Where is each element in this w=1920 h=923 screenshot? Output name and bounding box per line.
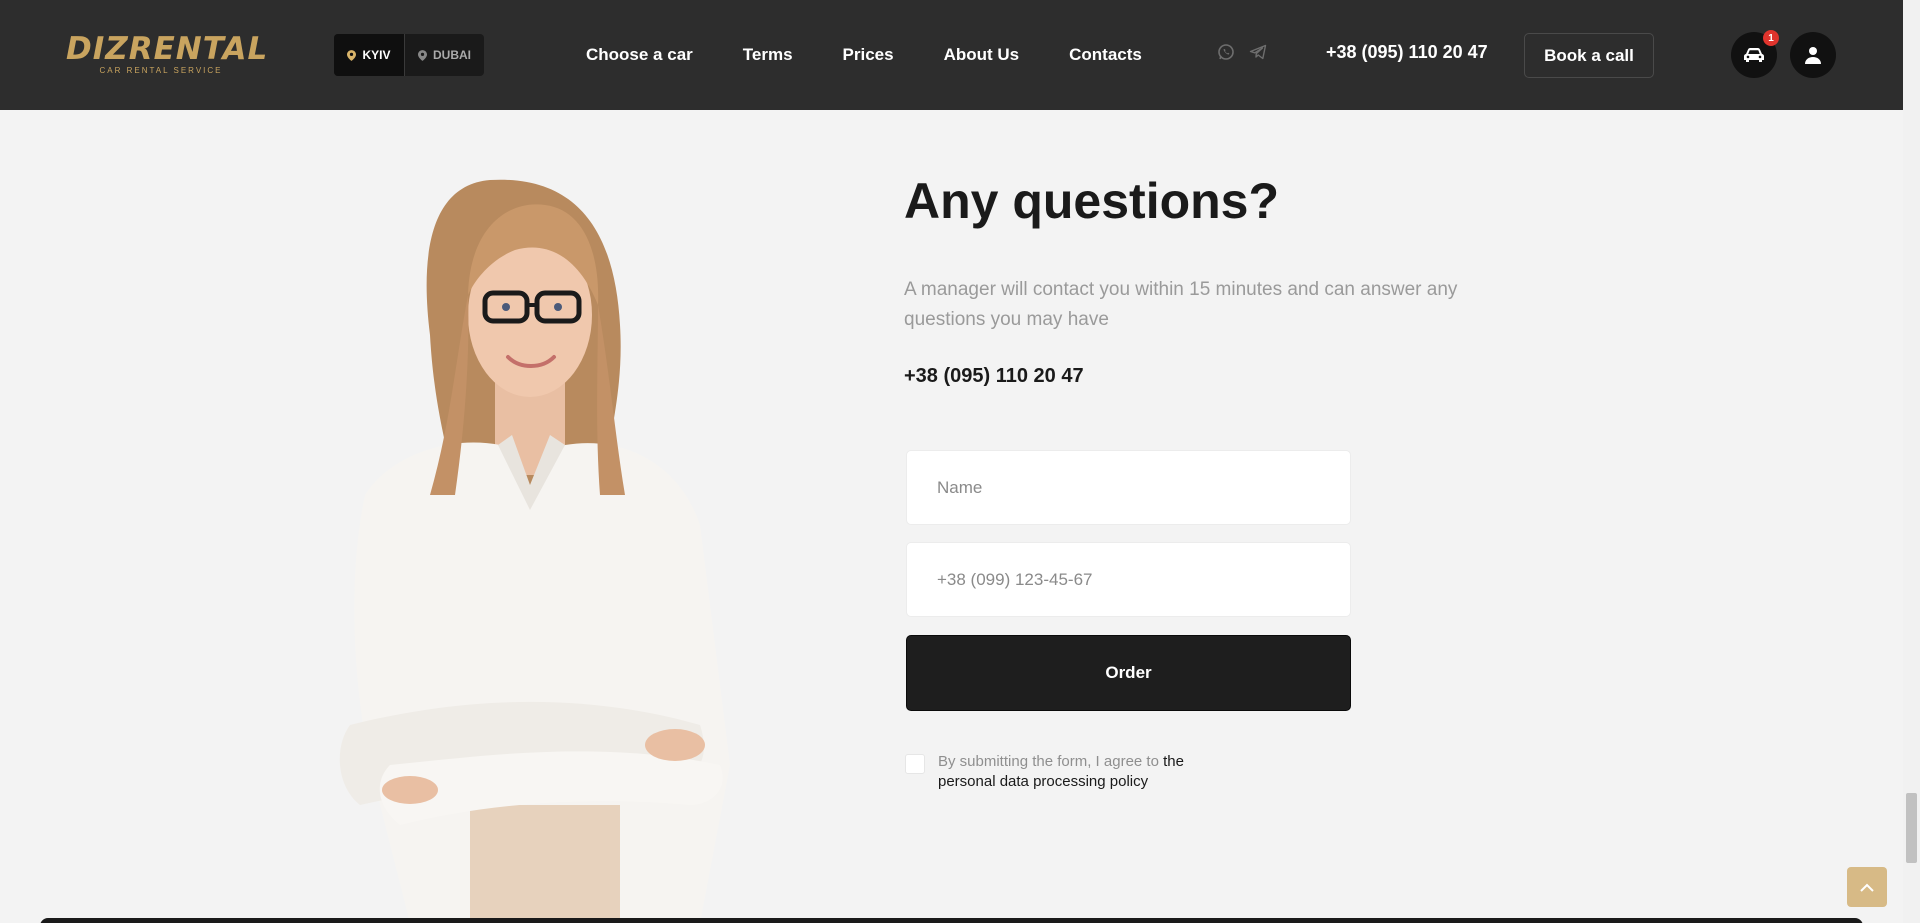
scrollbar-track[interactable] <box>1903 0 1920 923</box>
main-nav: Choose a car Terms Prices About Us Conta… <box>586 0 1192 110</box>
nav-prices[interactable]: Prices <box>843 45 894 65</box>
chevron-up-icon <box>1860 883 1874 892</box>
user-account-button[interactable] <box>1790 32 1836 78</box>
city-option-kyiv[interactable]: KYIV <box>334 34 404 76</box>
user-icon <box>1805 47 1821 64</box>
manager-photo <box>339 179 730 923</box>
car-icon <box>1744 48 1764 62</box>
brand-logo[interactable]: DIZRENTAL CAR RENTAL SERVICE <box>66 34 268 76</box>
name-input[interactable] <box>906 450 1351 525</box>
location-pin-icon <box>418 49 427 61</box>
location-pin-icon <box>347 49 357 61</box>
consent-prefix: By submitting the form, I agree to <box>938 753 1159 770</box>
phone-input[interactable] <box>906 542 1351 617</box>
city-label: DUBAI <box>433 48 471 62</box>
whatsapp-icon[interactable] <box>1217 43 1235 61</box>
scrollbar-thumb[interactable] <box>1906 793 1917 863</box>
header-phone-link[interactable]: +38 (095) 110 20 47 <box>1326 42 1488 63</box>
logo-tagline: CAR RENTAL SERVICE <box>99 66 223 75</box>
footer-top-edge <box>40 918 1863 923</box>
social-links <box>1217 43 1267 61</box>
saved-cars-button[interactable]: 1 <box>1731 30 1779 78</box>
contact-phone-link[interactable]: +38 (095) 110 20 47 <box>904 365 1084 388</box>
nav-choose-car[interactable]: Choose a car <box>586 45 693 65</box>
section-title: Any questions? <box>904 173 1280 229</box>
scroll-to-top-button[interactable] <box>1847 867 1887 907</box>
nav-contacts[interactable]: Contacts <box>1069 45 1142 65</box>
city-option-dubai[interactable]: DUBAI <box>404 34 484 76</box>
consent-text: By submitting the form, I agree to the p… <box>938 752 1228 792</box>
order-button[interactable]: Order <box>906 635 1351 711</box>
cart-count-badge: 1 <box>1763 30 1779 46</box>
city-label: KYIV <box>362 48 391 62</box>
consent-checkbox[interactable] <box>905 754 925 774</box>
city-switcher: KYIV DUBAI <box>334 34 484 76</box>
nav-terms[interactable]: Terms <box>743 45 793 65</box>
telegram-icon[interactable] <box>1249 43 1267 61</box>
logo-wordmark: DIZRENTAL <box>66 31 269 67</box>
book-call-button[interactable]: Book a call <box>1524 33 1654 78</box>
section-subtitle: A manager will contact you within 15 min… <box>904 279 1458 330</box>
nav-about-us[interactable]: About Us <box>944 45 1020 65</box>
site-header: DIZRENTAL CAR RENTAL SERVICE KYIV DUBAI … <box>0 0 1903 110</box>
